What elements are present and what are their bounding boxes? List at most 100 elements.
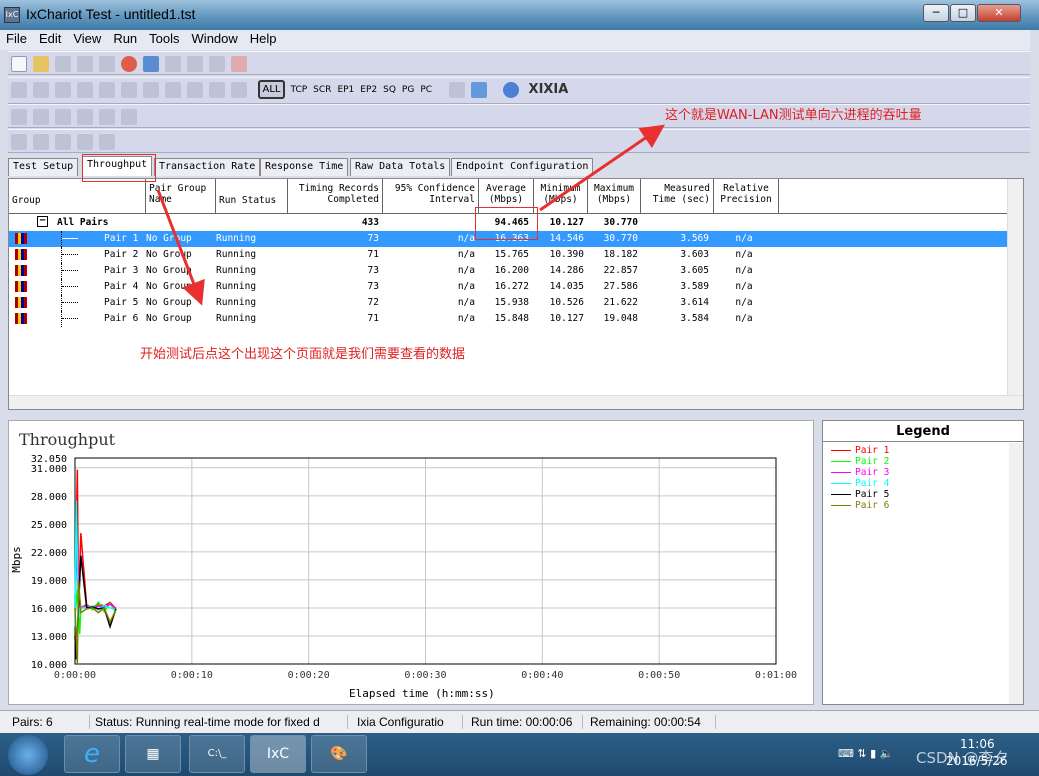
table-row[interactable]: Pair 4 No Group Running 73 n/a 16.272 14.035 27… — [9, 279, 1009, 295]
delete-icon[interactable] — [231, 56, 247, 72]
table-row[interactable]: Pair 2 No Group Running 71 n/a 15.765 10.390 18… — [9, 247, 1009, 263]
stop-icon[interactable] — [121, 56, 137, 72]
legend-swatch — [831, 461, 851, 462]
tab-transaction-rate[interactable]: Transaction Rate — [154, 158, 261, 176]
refresh-icon[interactable] — [143, 56, 159, 72]
taskbar: e ▦ C:\_ IxC 🎨 ⌨ ⇅ ▮ 🔈 11:06 2016/5/26 C… — [0, 733, 1039, 776]
paint-taskbar-icon[interactable]: 🎨 — [311, 735, 367, 773]
filter-tcp-button[interactable]: TCP — [290, 85, 307, 95]
col-confidence-interval[interactable]: 95% Confidence Interval — [383, 179, 479, 214]
endpoint-add-icon[interactable] — [33, 134, 49, 150]
minimize-button[interactable]: ─ — [923, 4, 949, 22]
cell-group-name: No Group — [146, 313, 192, 324]
voip-pair-icon[interactable] — [33, 82, 49, 98]
endpoint-icon[interactable] — [11, 134, 27, 150]
tab-raw-data-totals[interactable]: Raw Data Totals — [350, 158, 451, 176]
cell-group-name: No Group — [146, 297, 192, 308]
table-row[interactable]: Pair 5 No Group Running 72 n/a 15.938 10.526 21… — [9, 295, 1009, 311]
menu-run[interactable]: Run — [107, 30, 143, 46]
cell-minimum: 14.035 — [549, 281, 584, 292]
legend-scrollbar[interactable] — [1009, 443, 1023, 704]
one-two-icon[interactable] — [231, 82, 247, 98]
cell-relative-precision: n/a — [735, 281, 753, 292]
col-measured-time[interactable]: Measured Time (sec) — [641, 179, 714, 214]
cell-pair-name: Pair 2 — [104, 249, 139, 260]
filter-all-button[interactable]: ALL — [257, 80, 286, 99]
start-button[interactable] — [8, 735, 48, 775]
group-icon[interactable] — [77, 109, 93, 125]
run-icon[interactable] — [99, 56, 115, 72]
edit-pair-icon[interactable] — [11, 109, 27, 125]
open-icon[interactable] — [33, 56, 49, 72]
table-row[interactable]: Pair 3 No Group Running 73 n/a 16.200 14.286 22… — [9, 263, 1009, 279]
cut-icon[interactable] — [165, 56, 181, 72]
globe-icon[interactable] — [209, 82, 225, 98]
tab-test-setup[interactable]: Test Setup — [8, 158, 79, 176]
menu-edit[interactable]: Edit — [33, 30, 67, 46]
print-icon[interactable] — [77, 56, 93, 72]
col-run-status[interactable]: Run Status — [216, 179, 288, 214]
multicast-icon[interactable] — [55, 82, 71, 98]
video-pair-icon[interactable] — [99, 82, 115, 98]
ixchariot-taskbar-icon[interactable]: IxC — [250, 735, 306, 773]
find-icon[interactable] — [33, 109, 49, 125]
menu-window[interactable]: Window — [186, 30, 244, 46]
edit-icon[interactable] — [143, 82, 159, 98]
tab-response-time[interactable]: Response Time — [260, 158, 349, 176]
legend-item: Pair 2 — [831, 456, 889, 467]
tray-icons[interactable]: ⌨ ⇅ ▮ 🔈 — [838, 747, 893, 760]
music-icon[interactable] — [187, 82, 203, 98]
video-multicast-icon[interactable] — [121, 82, 137, 98]
cell-records: 71 — [367, 313, 379, 324]
cell-group-name: No Group — [146, 249, 192, 260]
hardware-pair-icon[interactable] — [77, 82, 93, 98]
toolbar-standard — [8, 51, 1030, 75]
col-maximum[interactable]: Maximum (Mbps) — [588, 179, 641, 214]
legend-swatch — [831, 483, 851, 484]
ie-taskbar-icon[interactable]: e — [64, 735, 120, 773]
control-panel-taskbar-icon[interactable]: ▦ — [125, 735, 181, 773]
ungroup-icon[interactable] — [99, 109, 115, 125]
save-icon[interactable] — [55, 56, 71, 72]
endpoint-call-icon[interactable] — [99, 134, 115, 150]
filter-pc-button[interactable]: PC — [420, 85, 432, 95]
y-tick-label: 19.000 — [31, 576, 67, 587]
endpoint-network-icon[interactable] — [77, 134, 93, 150]
cell-average: 16.272 — [494, 281, 529, 292]
copy-icon[interactable] — [187, 56, 203, 72]
filter-sq-button[interactable]: SQ — [383, 85, 396, 95]
check-icon[interactable] — [55, 109, 71, 125]
filter-pg-button[interactable]: PG — [402, 85, 414, 95]
script-icon[interactable] — [165, 82, 181, 98]
cmd-taskbar-icon[interactable]: C:\_ — [189, 735, 245, 773]
col-group[interactable]: Group — [9, 179, 146, 214]
endpoint-remove-icon[interactable] — [55, 134, 71, 150]
tab-endpoint-configuration[interactable]: Endpoint Configuration — [451, 158, 594, 176]
maximize-button[interactable]: □ — [950, 4, 976, 22]
new-icon[interactable] — [11, 56, 27, 72]
table-horizontal-scrollbar[interactable] — [9, 395, 1023, 409]
filter-scr-button[interactable]: SCR — [313, 85, 331, 95]
add-pair-icon[interactable] — [11, 82, 27, 98]
menu-tools[interactable]: Tools — [143, 30, 185, 46]
collapse-icon[interactable]: − — [37, 216, 48, 227]
col-pair-group-name[interactable]: Pair Group Name — [146, 179, 216, 214]
col-minimum[interactable]: Minimum (Mbps) — [534, 179, 588, 214]
col-timing-records[interactable]: Timing Records Completed — [288, 179, 383, 214]
export-icon[interactable] — [470, 82, 487, 98]
menu-view[interactable]: View — [67, 30, 107, 46]
import-icon[interactable] — [448, 82, 465, 98]
filter-ep1-button[interactable]: EP1 — [337, 85, 354, 95]
table-vertical-scrollbar[interactable] — [1007, 179, 1023, 395]
legend-label: Pair 4 — [855, 478, 890, 489]
table-row[interactable]: Pair 6 No Group Running 71 n/a 15.848 10.127 19… — [9, 311, 1009, 327]
menu-help[interactable]: Help — [244, 30, 283, 46]
info-icon[interactable] — [503, 82, 520, 98]
close-button[interactable]: ✕ — [977, 4, 1021, 22]
filter-ep2-button[interactable]: EP2 — [360, 85, 377, 95]
series-line-pair-6 — [74, 579, 117, 664]
menu-file[interactable]: File — [0, 30, 33, 46]
paste-icon[interactable] — [209, 56, 225, 72]
col-relative-precision[interactable]: Relative Precision — [714, 179, 779, 214]
properties-icon[interactable] — [121, 109, 137, 125]
